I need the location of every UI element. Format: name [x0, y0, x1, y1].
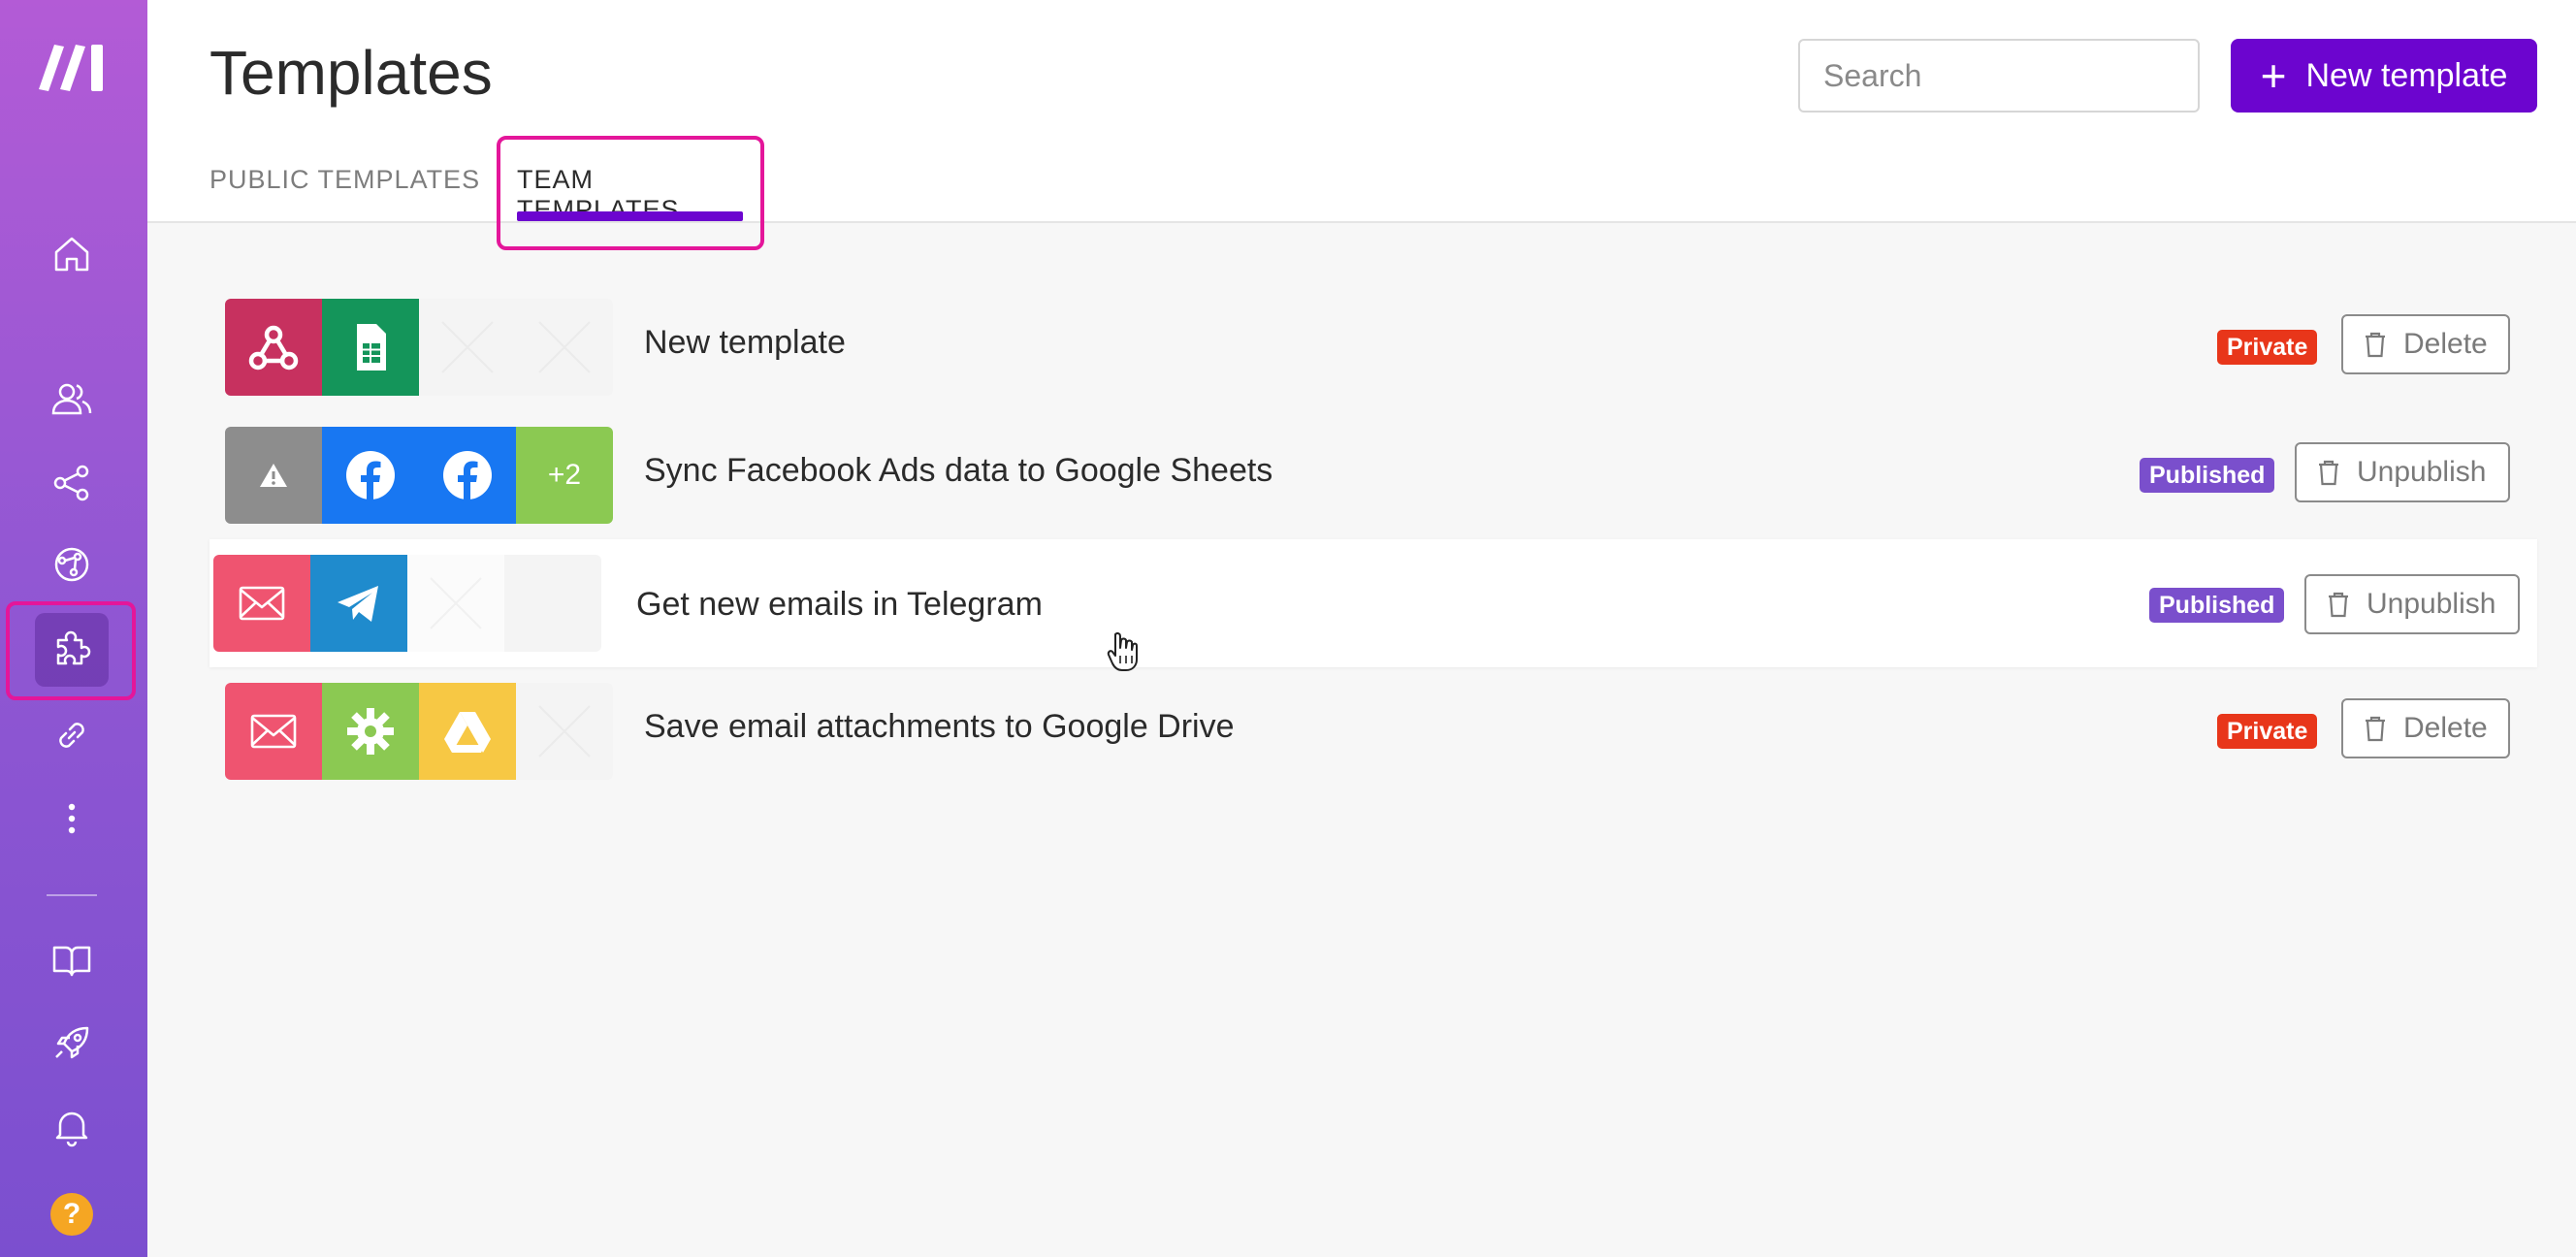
link-icon[interactable]: [35, 698, 109, 772]
home-icon[interactable]: [35, 217, 109, 291]
scenarios-icon[interactable]: [35, 528, 109, 601]
placeholder-icon: [419, 299, 516, 396]
help-button[interactable]: ?: [50, 1193, 93, 1236]
delete-button[interactable]: Delete: [2341, 698, 2510, 758]
tab-public-templates[interactable]: PUBLIC TEMPLATES: [209, 136, 480, 221]
google-drive-icon: [419, 683, 516, 780]
tools-icon: [322, 683, 419, 780]
search-input[interactable]: [1798, 39, 2200, 113]
sidebar: ?: [0, 0, 147, 1257]
plus-icon: +: [2260, 50, 2287, 101]
more-apps-count: +2: [516, 427, 613, 524]
app-icons: [225, 683, 613, 780]
warning-icon: [225, 427, 322, 524]
tab-highlight-outline: [497, 136, 764, 250]
facebook-icon: [419, 427, 516, 524]
new-template-label: New template: [2305, 56, 2508, 94]
unpublish-label: Unpublish: [2357, 456, 2487, 488]
unpublish-label: Unpublish: [2367, 588, 2496, 620]
status-badge: Published: [2149, 588, 2285, 623]
sidebar-divider: [47, 894, 97, 896]
unpublish-button[interactable]: Unpublish: [2304, 574, 2520, 634]
more-icon[interactable]: [35, 782, 109, 855]
team-icon[interactable]: [35, 363, 109, 436]
placeholder-icon: [516, 683, 613, 780]
placeholder-icon: [504, 555, 601, 652]
trash-icon: [2329, 592, 2348, 618]
template-row[interactable]: New template Private Delete: [209, 270, 2537, 398]
book-icon[interactable]: [35, 923, 109, 997]
template-row[interactable]: Save email attachments to Google Drive P…: [209, 654, 2537, 782]
sidebar-active-highlight: [6, 601, 136, 700]
template-title[interactable]: Save email attachments to Google Drive: [644, 708, 1235, 746]
placeholder-icon: [516, 299, 613, 396]
template-row[interactable]: Get new emails in Telegram Published Unp…: [209, 539, 2537, 667]
status-badge: Private: [2217, 714, 2318, 749]
webhooks-icon: [225, 299, 322, 396]
bell-icon[interactable]: [35, 1090, 109, 1164]
new-template-button[interactable]: + New template: [2231, 39, 2537, 113]
trash-icon: [2366, 716, 2385, 742]
email-icon: [213, 555, 310, 652]
app-icons: [225, 299, 613, 396]
page-title: Templates: [209, 38, 493, 108]
template-row[interactable]: +2 Sync Facebook Ads data to Google Shee…: [209, 398, 2537, 526]
telegram-icon: [310, 555, 407, 652]
delete-label: Delete: [2403, 712, 2488, 744]
trash-icon: [2319, 460, 2338, 486]
app-icons: [213, 555, 601, 652]
google-sheets-icon: [322, 299, 419, 396]
template-title[interactable]: Sync Facebook Ads data to Google Sheets: [644, 452, 1272, 490]
unpublish-button[interactable]: Unpublish: [2295, 442, 2510, 502]
placeholder-icon: [407, 555, 504, 652]
email-icon: [225, 683, 322, 780]
facebook-icon: [322, 427, 419, 524]
status-badge: Private: [2217, 330, 2318, 365]
template-title[interactable]: New template: [644, 324, 846, 362]
rocket-icon[interactable]: [35, 1007, 109, 1080]
delete-label: Delete: [2403, 328, 2488, 360]
status-badge: Published: [2140, 458, 2275, 493]
delete-button[interactable]: Delete: [2341, 314, 2510, 374]
make-logo-icon[interactable]: [37, 39, 111, 93]
trash-icon: [2366, 332, 2385, 358]
hand-cursor-icon: [1107, 631, 1138, 671]
app-icons: +2: [225, 427, 613, 524]
share-icon[interactable]: [35, 446, 109, 520]
template-title[interactable]: Get new emails in Telegram: [636, 586, 1043, 624]
